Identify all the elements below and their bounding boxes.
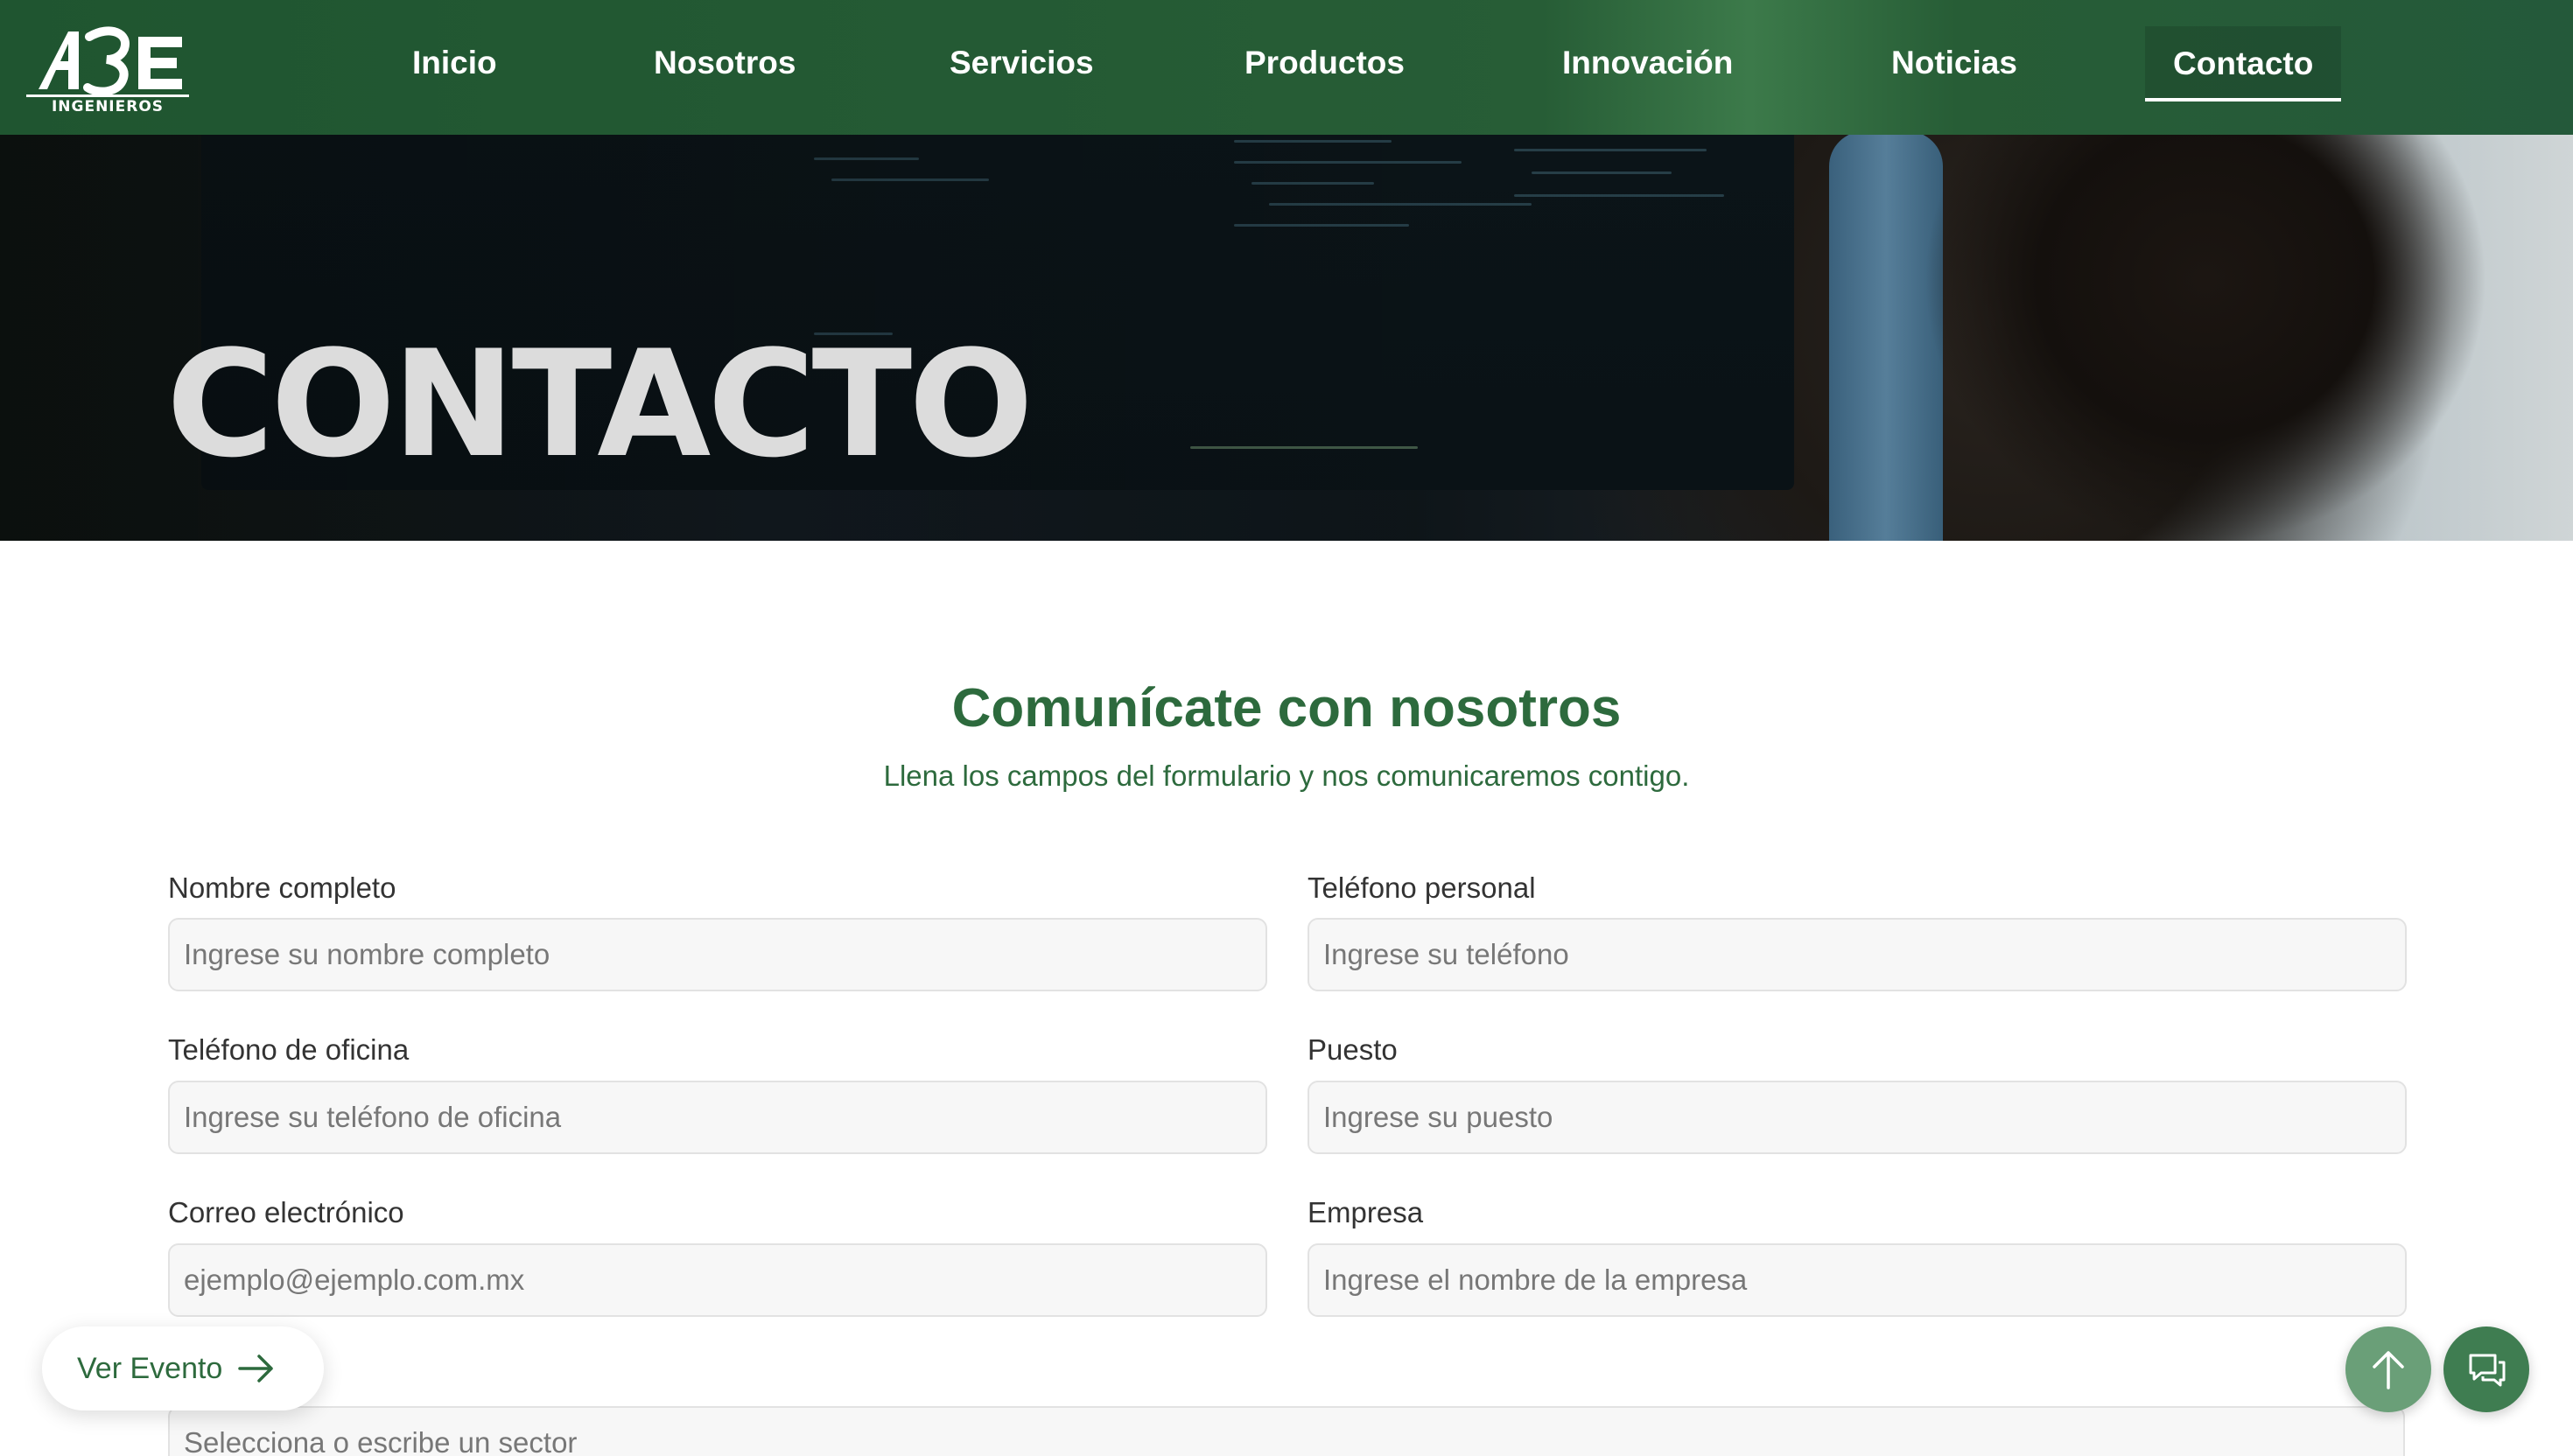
nav-nosotros[interactable]: Nosotros (654, 42, 796, 84)
nav-innovacion[interactable]: Innovación (1562, 42, 1733, 84)
puesto-input[interactable] (1308, 1081, 2407, 1154)
abe-logo-icon (39, 26, 182, 96)
telefono-input[interactable] (1308, 918, 2407, 991)
contact-section-subtitle: Llena los campos del formulario y nos co… (883, 760, 1690, 792)
tel-oficina-label: Teléfono de oficina (168, 1033, 410, 1066)
telefono-label: Teléfono personal (1308, 872, 1536, 904)
nav-productos[interactable]: Productos (1244, 42, 1405, 84)
company-logo[interactable]: INGENIEROS (26, 12, 189, 117)
ver-evento-button[interactable]: Ver Evento (42, 1326, 324, 1410)
nav-servicios[interactable]: Servicios (950, 42, 1094, 84)
arrow-right-icon (238, 1354, 274, 1382)
sector-combobox[interactable] (168, 1406, 2405, 1456)
nombre-input[interactable] (168, 918, 1267, 991)
chat-icon (2469, 1354, 2506, 1387)
scroll-to-top-button[interactable] (2345, 1326, 2431, 1412)
contact-section-title: Comunícate con nosotros (951, 678, 1622, 738)
chat-button[interactable] (2443, 1326, 2529, 1412)
puesto-label: Puesto (1308, 1033, 1398, 1066)
tel-oficina-input[interactable] (168, 1081, 1267, 1154)
nombre-label: Nombre completo (168, 872, 396, 904)
correo-label: Correo electrónico (168, 1196, 404, 1228)
empresa-label: Empresa (1308, 1196, 1424, 1228)
correo-input[interactable] (168, 1243, 1267, 1317)
nav-noticias[interactable]: Noticias (1891, 42, 2017, 84)
page-title: CONTACTO (166, 318, 1034, 490)
arrow-up-icon (2373, 1351, 2404, 1390)
nav-contacto[interactable]: Contacto (2145, 26, 2342, 102)
ver-evento-label: Ver Evento (77, 1351, 223, 1385)
logo-text: INGENIEROS (51, 98, 165, 116)
empresa-input[interactable] (1308, 1243, 2407, 1317)
nav-inicio[interactable]: Inicio (412, 42, 497, 84)
top-navigation-bar: INGENIEROS Inicio Nosotros Servicios Pro… (0, 0, 2573, 135)
